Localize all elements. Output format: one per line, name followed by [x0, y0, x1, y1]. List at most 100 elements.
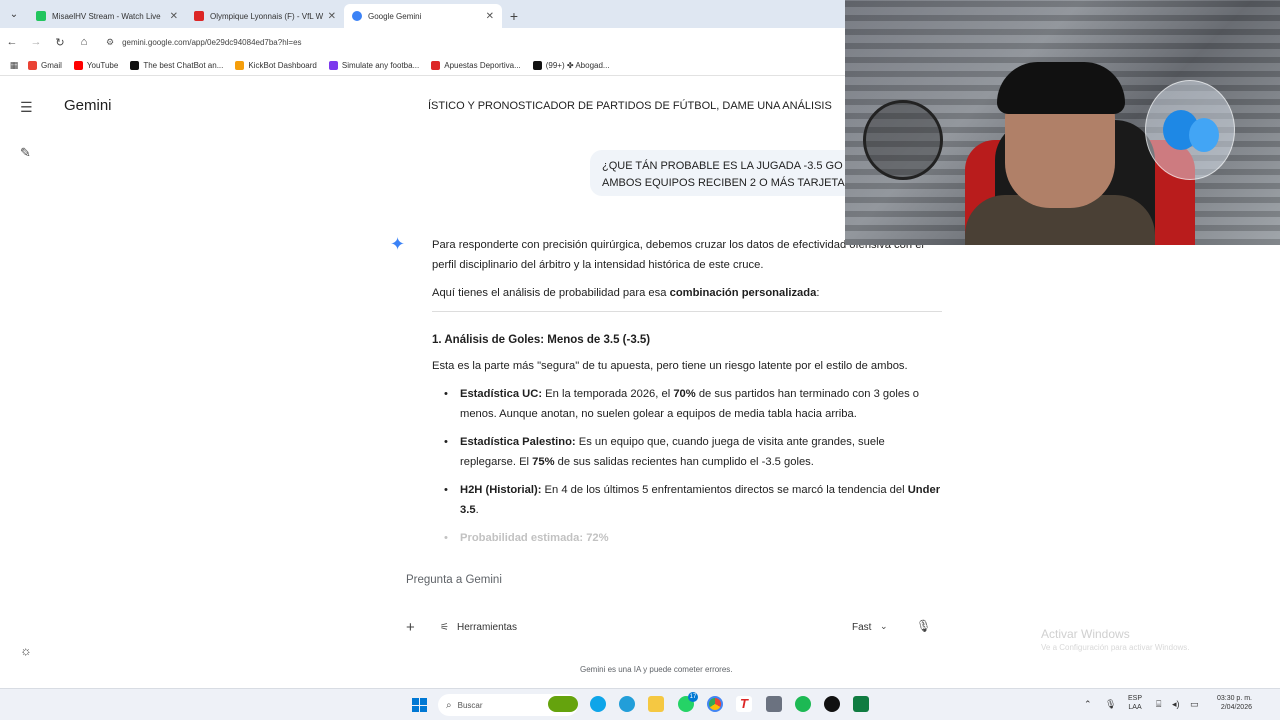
text-tool-icon[interactable]: T	[736, 696, 752, 712]
app-title: Gemini	[64, 97, 112, 114]
tab-title: Google Gemini	[368, 11, 422, 21]
home-icon[interactable]: ⌂	[72, 36, 96, 48]
section-intro: Esta es la parte más "segura" de tu apue…	[432, 360, 908, 372]
tab-title: MisaelHV Stream - Watch Live	[52, 11, 161, 21]
reload-icon[interactable]: ↻	[48, 36, 72, 49]
activation-watermark-title: Activar Windows	[1041, 627, 1130, 641]
edge-icon[interactable]	[590, 696, 606, 712]
battery-icon[interactable]: ▭	[1190, 699, 1199, 710]
disclaimer: Gemini es una IA y puede cometer errores…	[580, 665, 733, 674]
tiktok-icon	[532, 61, 542, 70]
volume-icon[interactable]: ◂)	[1172, 699, 1180, 710]
tab-close-icon[interactable]: ✕	[170, 11, 178, 22]
response-combo-line: Aquí tienes el análisis de probabilidad …	[432, 283, 942, 303]
site-info-icon[interactable]: ⚙	[106, 37, 114, 48]
kickbot-icon	[235, 61, 245, 70]
user-prompt-line: AMBOS EQUIPOS RECIBEN 2 O MÁS TARJETA	[602, 177, 845, 189]
windows-taskbar: ⌕ Buscar 17 T ⌃ 🎙 ESP LAA ⌸ ◂) ▭ 03:30 p. …	[0, 688, 1280, 720]
chatbot-icon	[130, 61, 140, 70]
bookmark-label: Simulate any footba...	[341, 61, 420, 70]
scroll-fade	[380, 551, 960, 565]
tray-chevron-up-icon[interactable]: ⌃	[1084, 699, 1092, 710]
tools-icon: ⚟	[440, 622, 449, 633]
bookmark-label: Apuestas Deportiva...	[444, 61, 521, 70]
tab-close-icon[interactable]: ✕	[486, 11, 494, 22]
bookmark-label: (99+) ✤ Abogad...	[545, 61, 610, 70]
list-item: Probabilidad estimada: 72%	[444, 528, 942, 548]
microphone-tray-icon[interactable]: 🎙	[1105, 699, 1116, 710]
bookmark-tiktok[interactable]: (99+) ✤ Abogad...	[532, 61, 610, 70]
lang-line: LAA	[1128, 704, 1142, 711]
bullet-list: Estadística UC: En la temporada 2026, el…	[432, 384, 942, 548]
user-prompt-line: ¿QUE TÁN PROBABLE ES LA JUGADA -3.5 GO	[602, 160, 843, 172]
network-icon[interactable]: ⌸	[1156, 699, 1161, 710]
menu-icon[interactable]: ☰	[20, 99, 33, 116]
search-placeholder: Buscar	[457, 700, 483, 710]
bullet-label: Estadística UC:	[460, 388, 543, 400]
bullet-text: de sus salidas recientes han cumplido el…	[554, 456, 814, 468]
bookmark-chatbot[interactable]: The best ChatBot an...	[130, 61, 223, 70]
windows-start-icon[interactable]	[412, 698, 427, 712]
divider	[432, 311, 942, 312]
bullet-bold: 75%	[532, 456, 555, 468]
apps-grid-icon[interactable]: ▦	[0, 60, 28, 71]
gmail-icon	[28, 61, 37, 70]
prompt-input[interactable]: Pregunta a Gemini	[406, 574, 502, 586]
apuestas-icon	[431, 61, 441, 70]
system-clock[interactable]: 03:30 p. m. 2/04/2026	[1208, 694, 1252, 712]
chrome-icon[interactable]	[707, 696, 723, 712]
settings-icon[interactable]: ☼	[20, 643, 32, 658]
mode-selector[interactable]: Fast	[852, 622, 871, 633]
flashscore-favicon-icon	[194, 11, 204, 21]
forward-icon[interactable]: →	[24, 36, 48, 48]
list-item: Estadística UC: En la temporada 2026, el…	[444, 384, 942, 424]
bookmark-youtube[interactable]: YouTube	[73, 61, 118, 70]
new-chat-icon[interactable]: ✎	[20, 145, 31, 161]
list-item: H2H (Historial): En 4 de los últimos 5 e…	[444, 480, 942, 520]
bookmark-label: The best ChatBot an...	[143, 61, 224, 70]
obs-icon[interactable]	[824, 696, 840, 712]
combo-bold: combinación personalizada	[669, 287, 817, 299]
tab-search-icon[interactable]: ⌄	[0, 0, 28, 28]
spotify-icon[interactable]	[795, 696, 811, 712]
tab-misaelhv-stream[interactable]: MisaelHV Stream - Watch Live ✕	[28, 4, 186, 28]
youtube-icon	[73, 61, 83, 70]
bookmark-kickbot[interactable]: KickBot Dashboard	[235, 61, 317, 70]
tab-google-gemini[interactable]: Google Gemini ✕	[344, 4, 502, 28]
url-field[interactable]: ⚙ gemini.google.com/app/0e29dc94084ed7ba…	[106, 37, 302, 48]
combo-suffix: :	[816, 287, 820, 299]
bookmark-label: Gmail	[41, 61, 62, 70]
bookmark-gmail[interactable]: Gmail	[28, 61, 62, 70]
bookmark-label: KickBot Dashboard	[248, 61, 317, 70]
language-indicator[interactable]: ESP LAA	[1128, 694, 1142, 712]
webcam-person-hair	[997, 62, 1125, 114]
webcam-overlay	[845, 0, 1280, 245]
calculator-icon[interactable]	[766, 696, 782, 712]
bullet-bold: Probabilidad estimada: 72%	[460, 532, 609, 544]
bullet-label: Estadística Palestino:	[460, 436, 576, 448]
kick-favicon-icon	[36, 11, 46, 21]
excel-icon[interactable]	[853, 696, 869, 712]
gemini-response: Para responderte con precisión quirúrgic…	[432, 235, 942, 556]
combo-prefix: Aquí tienes el análisis de probabilidad …	[432, 287, 670, 299]
back-icon[interactable]: ←	[0, 36, 24, 48]
chevron-down-icon[interactable]: ⌄	[880, 621, 888, 632]
bookmark-simulate[interactable]: Simulate any footba...	[328, 61, 420, 70]
user-prompt-bubble: ¿QUE TÁN PROBABLE ES LA JUGADA -3.5 GO A…	[590, 150, 860, 196]
list-item: Estadística Palestino: Es un equipo que,…	[444, 432, 942, 472]
tab-close-icon[interactable]: ✕	[328, 11, 336, 22]
file-explorer-icon[interactable]	[648, 696, 664, 712]
user-prompt-previous: ÍSTICO Y PRONOSTICADOR DE PARTIDOS DE FÚ…	[428, 100, 832, 112]
microphone-icon[interactable]: 🎙	[916, 619, 931, 633]
widgets-icon[interactable]	[548, 696, 578, 712]
telegram-icon[interactable]	[619, 696, 635, 712]
bookmark-apuestas[interactable]: Apuestas Deportiva...	[431, 61, 521, 70]
prompt-box[interactable]: Pregunta a Gemini + ⚟ Herramientas Fast ⌄…	[390, 567, 940, 655]
url-text: gemini.google.com/app/0e29dc94084ed7ba?h…	[122, 37, 302, 47]
tools-button[interactable]: ⚟ Herramientas	[440, 622, 517, 633]
search-icon: ⌕	[446, 699, 452, 711]
new-tab-icon[interactable]: +	[502, 4, 526, 28]
bullet-text: .	[475, 504, 479, 516]
tab-olympique-lyonnais[interactable]: Olympique Lyonnais (F) - VfL W ✕	[186, 4, 344, 28]
add-attachment-icon[interactable]: +	[406, 619, 415, 636]
